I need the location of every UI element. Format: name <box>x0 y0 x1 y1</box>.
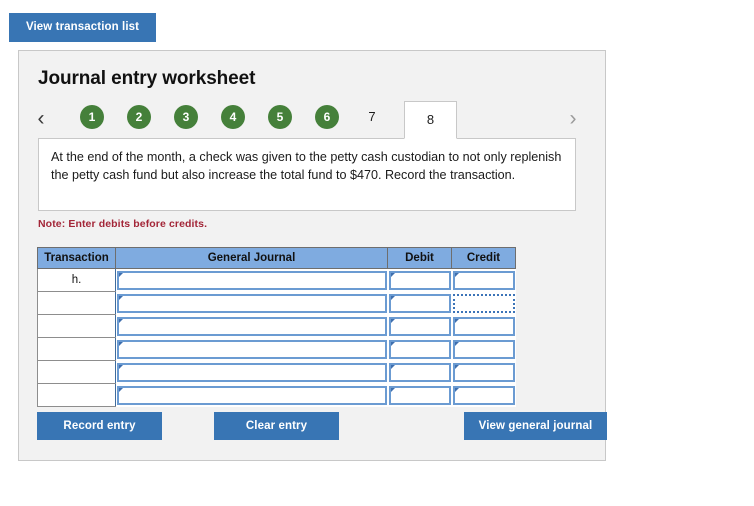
cell-corner-icon <box>119 272 123 277</box>
tab-step-3[interactable]: 3 <box>174 105 198 129</box>
debit-input-cell[interactable] <box>387 360 452 384</box>
general-journal-input-cell[interactable] <box>115 337 388 361</box>
credit-input-cell[interactable] <box>451 337 516 361</box>
table-row <box>37 314 516 338</box>
credit-input-cell-selected[interactable] <box>451 291 516 315</box>
transaction-label: h. <box>37 268 116 292</box>
general-journal-input-cell[interactable] <box>115 360 388 384</box>
table-row <box>37 360 516 384</box>
debits-before-credits-note: Note: Enter debits before credits. <box>38 218 208 230</box>
column-header-credit: Credit <box>451 247 516 269</box>
view-general-journal-button[interactable]: View general journal <box>464 412 607 440</box>
tab-step-8-active[interactable]: 8 <box>404 101 457 139</box>
general-journal-input-cell[interactable] <box>115 268 388 292</box>
column-header-general-journal: General Journal <box>115 247 388 269</box>
general-journal-input-cell[interactable] <box>115 314 388 338</box>
table-row <box>37 291 516 315</box>
credit-input-cell[interactable] <box>451 314 516 338</box>
action-button-row: Record entry Clear entry View general jo… <box>37 412 607 440</box>
table-header-row: Transaction General Journal Debit Credit <box>37 247 516 269</box>
cell-corner-icon <box>390 364 395 369</box>
credit-input-cell[interactable] <box>451 268 516 292</box>
record-entry-button[interactable]: Record entry <box>37 412 162 440</box>
column-header-debit: Debit <box>387 247 452 269</box>
table-row <box>37 337 516 361</box>
debit-input-cell[interactable] <box>387 383 452 407</box>
cell-corner-icon <box>390 295 395 300</box>
cell-corner-icon <box>454 364 459 369</box>
tab-step-2[interactable]: 2 <box>127 105 151 129</box>
debit-input-cell[interactable] <box>387 291 452 315</box>
journal-entry-worksheet-panel: Journal entry worksheet ‹ 1 2 3 4 5 6 7 … <box>18 50 607 461</box>
tab-step-1[interactable]: 1 <box>80 105 104 129</box>
cell-corner-icon <box>390 387 395 392</box>
tab-step-7[interactable]: 7 <box>357 103 387 131</box>
cell-corner-icon <box>119 341 123 346</box>
transaction-label <box>37 314 116 338</box>
debit-input-cell[interactable] <box>387 268 452 292</box>
instruction-text: At the end of the month, a check was giv… <box>38 138 576 211</box>
page-title: Journal entry worksheet <box>38 68 256 89</box>
cell-corner-icon <box>119 364 123 369</box>
cell-corner-icon <box>454 341 459 346</box>
cell-corner-icon <box>454 318 459 323</box>
credit-input-cell[interactable] <box>451 383 516 407</box>
cell-corner-icon <box>119 387 123 392</box>
cell-corner-icon <box>390 318 395 323</box>
toolbar: View transaction list <box>9 13 156 42</box>
table-row <box>37 383 516 407</box>
worksheet-tab-strip: ‹ 1 2 3 4 5 6 7 8 › <box>19 101 607 139</box>
tab-step-6[interactable]: 6 <box>315 105 339 129</box>
tab-step-5[interactable]: 5 <box>268 105 292 129</box>
cell-corner-icon <box>119 295 123 300</box>
transaction-label <box>37 383 116 407</box>
cell-corner-icon <box>454 387 459 392</box>
cell-corner-icon <box>119 318 123 323</box>
chevron-right-icon[interactable]: › <box>560 101 586 139</box>
credit-input-cell[interactable] <box>451 360 516 384</box>
chevron-left-icon[interactable]: ‹ <box>28 101 54 139</box>
cell-corner-icon <box>390 341 395 346</box>
table-row: h. <box>37 268 516 292</box>
general-journal-input-cell[interactable] <box>115 383 388 407</box>
general-journal-input-cell[interactable] <box>115 291 388 315</box>
debit-input-cell[interactable] <box>387 337 452 361</box>
cell-corner-icon <box>454 272 459 277</box>
tab-step-4[interactable]: 4 <box>221 105 245 129</box>
debit-input-cell[interactable] <box>387 314 452 338</box>
transaction-label <box>37 291 116 315</box>
transaction-label <box>37 337 116 361</box>
view-transaction-list-button[interactable]: View transaction list <box>9 13 156 42</box>
transaction-label <box>37 360 116 384</box>
journal-entry-table: Transaction General Journal Debit Credit… <box>37 247 516 407</box>
cell-corner-icon <box>390 272 395 277</box>
column-header-transaction: Transaction <box>37 247 116 269</box>
clear-entry-button[interactable]: Clear entry <box>214 412 339 440</box>
